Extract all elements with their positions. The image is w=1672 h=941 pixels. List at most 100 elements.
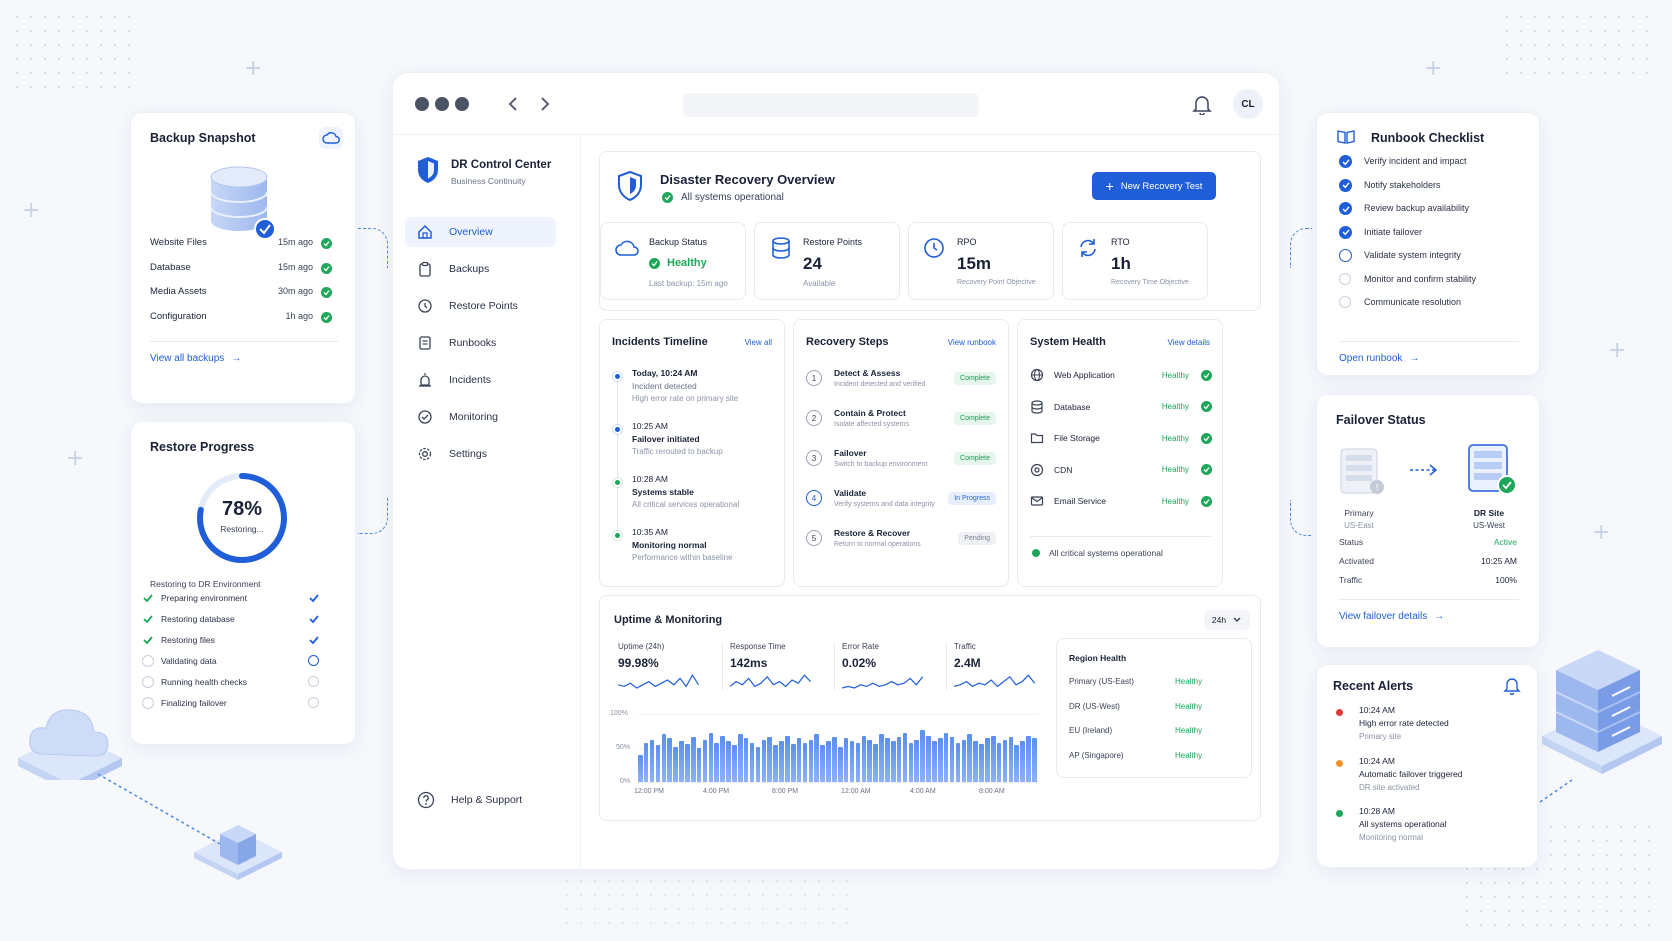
nav-monitoring[interactable]: Monitoring bbox=[405, 402, 556, 432]
check-icon[interactable] bbox=[1339, 202, 1352, 215]
nav-label: Help & Support bbox=[451, 794, 523, 806]
open-runbook-link[interactable]: Open runbook → bbox=[1339, 353, 1419, 364]
recent-alerts-card: Recent Alerts 10:24 AM High error rate de… bbox=[1316, 664, 1538, 868]
chart-bar bbox=[1026, 735, 1031, 782]
bell-icon[interactable] bbox=[1191, 93, 1213, 115]
chart-bar bbox=[808, 739, 814, 782]
health-row[interactable]: CDN Healthy bbox=[1030, 461, 1212, 479]
cloud-upload-button[interactable] bbox=[319, 127, 343, 149]
nav-label: Settings bbox=[449, 448, 487, 460]
chart-bar bbox=[955, 742, 961, 782]
failover-value: 100% bbox=[1495, 575, 1517, 585]
chart-bar bbox=[785, 735, 790, 782]
recovery-step[interactable]: 1 Detect & Assess Incident detected and ve… bbox=[806, 368, 998, 402]
back-arrow-icon[interactable] bbox=[505, 96, 521, 112]
health-name: Email Service bbox=[1054, 496, 1106, 506]
backup-name: Website Files bbox=[150, 237, 207, 248]
stat-rto[interactable]: RTO 1h Recovery Time Objective bbox=[1062, 222, 1208, 300]
stat-rpo[interactable]: RPO 15m Recovery Point Objective bbox=[908, 222, 1054, 300]
stat-label: Backup Status bbox=[649, 237, 708, 247]
x-tick-label: 12:00 AM bbox=[841, 788, 871, 795]
chart-bar bbox=[838, 746, 843, 782]
clock-icon bbox=[924, 238, 944, 258]
nav-restore-points[interactable]: Restore Points bbox=[405, 291, 556, 321]
chart-bar bbox=[673, 746, 678, 782]
nav-label: Incidents bbox=[449, 374, 492, 386]
new-recovery-test-button[interactable]: + New Recovery Test bbox=[1092, 172, 1216, 200]
backup-age: 1h ago bbox=[285, 310, 313, 321]
recovery-step[interactable]: 2 Contain & Protect Isolate affected syste… bbox=[806, 408, 998, 442]
failover-key: Activated bbox=[1339, 556, 1374, 566]
chart-bar bbox=[1008, 737, 1014, 782]
y-tick-label: 0% bbox=[620, 778, 631, 785]
view-runbook-link[interactable]: View runbook bbox=[948, 338, 996, 347]
x-tick-label: 8:00 AM bbox=[979, 788, 1005, 795]
nav-incidents[interactable]: Incidents bbox=[405, 365, 556, 395]
alert-time: 10:24 AM bbox=[1359, 755, 1395, 766]
runbook-item-label: Communicate resolution bbox=[1364, 297, 1462, 307]
stat-restore-points[interactable]: Restore Points 24 Available bbox=[754, 222, 900, 300]
plus-decoration: + bbox=[244, 56, 263, 81]
nav-runbooks[interactable]: Runbooks bbox=[405, 328, 556, 358]
recovery-step[interactable]: 4 Validate Verify systems and data integri… bbox=[806, 488, 998, 522]
address-bar[interactable] bbox=[683, 93, 979, 117]
step-desc: Return to normal operations bbox=[834, 541, 921, 548]
chart-bar bbox=[861, 735, 867, 782]
window-dot[interactable] bbox=[415, 97, 429, 111]
divider bbox=[1339, 341, 1519, 342]
nav-overview[interactable]: Overview bbox=[405, 217, 556, 247]
view-failover-details-link[interactable]: View failover details → bbox=[1339, 611, 1444, 622]
step-status-badge: Complete bbox=[954, 372, 996, 385]
check-icon[interactable] bbox=[1339, 155, 1352, 168]
incidents-view-all-link[interactable]: View all bbox=[745, 338, 772, 347]
recovery-step[interactable]: 3 Failover Switch to backup environment Com… bbox=[806, 448, 998, 482]
timeline-line bbox=[617, 376, 618, 536]
view-all-backups-link[interactable]: View all backups → bbox=[150, 353, 241, 364]
incident-time: 10:25 AM bbox=[632, 421, 668, 431]
circle-icon[interactable] bbox=[1339, 296, 1351, 308]
chart-bar bbox=[1002, 739, 1008, 782]
nav-help[interactable]: Help & Support bbox=[405, 785, 556, 815]
nav-label: Runbooks bbox=[449, 337, 497, 349]
recovery-step[interactable]: 5 Restore & Recover Return to normal opera… bbox=[806, 528, 998, 562]
chart-bar bbox=[849, 741, 855, 782]
check-icon[interactable] bbox=[1339, 225, 1352, 239]
incident-desc: Traffic rerouted to backup bbox=[632, 447, 723, 456]
chart-bar bbox=[755, 746, 761, 782]
range-dropdown[interactable]: 24h bbox=[1204, 610, 1250, 630]
restore-progress-card: Restore Progress 78% Restoring... Restor… bbox=[130, 421, 356, 745]
check-icon[interactable] bbox=[1339, 178, 1352, 192]
nav-backups[interactable]: Backups bbox=[405, 254, 556, 284]
health-row[interactable]: Database Healthy bbox=[1030, 398, 1212, 416]
cdn-icon bbox=[1030, 463, 1044, 477]
chart-bar bbox=[696, 748, 702, 782]
window-dot[interactable] bbox=[435, 97, 449, 111]
stat-backup-status[interactable]: Backup Status Healthy Last backup: 15m a… bbox=[600, 222, 746, 300]
step-status-badge: Complete bbox=[954, 452, 996, 465]
avatar[interactable]: CL bbox=[1233, 89, 1263, 119]
primary-server-icon: ! bbox=[1340, 448, 1384, 494]
gridline bbox=[638, 782, 1038, 783]
connector-line bbox=[1290, 500, 1312, 536]
refresh-icon bbox=[1080, 239, 1096, 257]
forward-arrow-icon[interactable] bbox=[537, 96, 553, 112]
window-dot[interactable] bbox=[455, 97, 469, 111]
bell-icon[interactable] bbox=[1503, 675, 1521, 695]
region-health-card: Region Health Primary (US-East) Healthy DR… bbox=[1056, 638, 1252, 778]
step-title: Contain & Protect bbox=[834, 408, 906, 418]
circle-icon[interactable] bbox=[1339, 272, 1351, 285]
health-status: Healthy bbox=[1161, 370, 1189, 380]
database-icon bbox=[772, 237, 790, 259]
view-details-link[interactable]: View details bbox=[1167, 338, 1210, 347]
circle-icon[interactable] bbox=[1339, 249, 1352, 262]
gear-icon bbox=[418, 447, 432, 461]
incident-title: Monitoring normal bbox=[632, 540, 707, 550]
health-row[interactable]: File Storage Healthy bbox=[1030, 429, 1212, 447]
book-icon bbox=[1337, 130, 1355, 144]
health-row[interactable]: Email Service Healthy bbox=[1030, 492, 1212, 510]
backup-name: Configuration bbox=[150, 310, 207, 322]
health-row[interactable]: Web Application Healthy bbox=[1030, 366, 1212, 384]
health-footer: All critical systems operational bbox=[1032, 548, 1163, 558]
connector-line bbox=[358, 228, 388, 268]
nav-settings[interactable]: Settings bbox=[405, 439, 556, 469]
